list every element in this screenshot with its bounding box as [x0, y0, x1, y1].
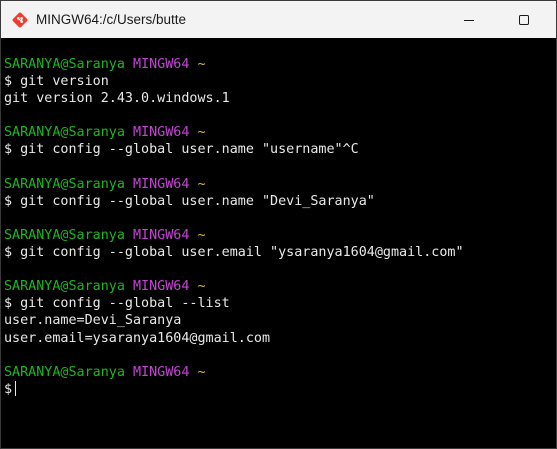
command-text: git config --global user.name "username"… [20, 142, 359, 158]
terminal-output[interactable]: SARANYA@Saranya MINGW64 ~ $ git version gi… [1, 38, 556, 448]
output-line: user.email=ysaranya1604@gmail.com [4, 330, 556, 347]
minimize-icon [464, 19, 474, 21]
command-text: git config --global user.name "Devi_Sara… [20, 193, 375, 209]
prompt-env: MINGW64 [133, 279, 190, 295]
prompt-symbol: $ [4, 296, 21, 312]
command-text: git version [20, 74, 109, 90]
prompt-dir: ~ [197, 364, 206, 380]
prompt-env: MINGW64 [133, 176, 190, 192]
minimize-button[interactable] [446, 1, 492, 38]
prompt-line: SARANYA@Saranya MINGW64 ~ [4, 176, 556, 193]
output-text: user.name=Devi_Saranya [4, 313, 182, 329]
maximize-icon [519, 14, 529, 25]
prompt-env: MINGW64 [133, 227, 190, 243]
prompt-dir: ~ [197, 176, 206, 192]
command-line: $ git config --global --list [4, 295, 556, 312]
prompt-symbol: $ [4, 142, 21, 158]
prompt-line: SARANYA@Saranya MINGW64 ~ [4, 364, 556, 381]
text-cursor [15, 380, 17, 396]
prompt-line: SARANYA@Saranya MINGW64 ~ [4, 227, 556, 244]
prompt-user-host: SARANYA@Saranya [4, 125, 125, 141]
maximize-button[interactable] [492, 1, 556, 38]
prompt-user-host: SARANYA@Saranya [4, 227, 125, 243]
prompt-line: SARANYA@Saranya MINGW64 ~ [4, 124, 556, 141]
window-controls [446, 1, 556, 38]
command-text: git config --global user.email "ysaranya… [20, 245, 464, 261]
prompt-user-host: SARANYA@Saranya [4, 279, 125, 295]
command-line: $ git config --global user.email "ysaran… [4, 244, 556, 261]
command-line: $ git config --global user.name "Devi_Sa… [4, 193, 556, 210]
prompt-user-host: SARANYA@Saranya [4, 364, 125, 380]
prompt-symbol: $ [4, 193, 21, 209]
prompt-dir: ~ [197, 227, 206, 243]
prompt-env: MINGW64 [133, 57, 190, 72]
prompt-env: MINGW64 [133, 364, 190, 380]
command-line: $ git version [4, 73, 556, 90]
output-line: git version 2.43.0.windows.1 [4, 90, 556, 107]
terminal-window: MINGW64:/c/Users/butte SARANYA@Saranya M… [0, 0, 557, 449]
prompt-line: SARANYA@Saranya MINGW64 ~ [4, 278, 556, 295]
command-text: git config --global --list [20, 296, 230, 312]
prompt-dir: ~ [197, 57, 206, 72]
window-title: MINGW64:/c/Users/butte [36, 12, 187, 27]
prompt-symbol: $ [4, 245, 21, 261]
command-line: $ git config --global user.name "usernam… [4, 141, 556, 158]
output-text: user.email=ysaranya1604@gmail.com [4, 330, 271, 346]
output-line: user.name=Devi_Saranya [4, 312, 556, 329]
prompt-line: SARANYA@Saranya MINGW64 ~ [4, 56, 556, 73]
prompt-symbol: $ [4, 74, 21, 90]
output-text: git version 2.43.0.windows.1 [4, 91, 230, 107]
prompt-dir: ~ [197, 125, 206, 141]
title-bar[interactable]: MINGW64:/c/Users/butte [1, 1, 556, 38]
input-line[interactable]: $ [4, 380, 556, 398]
prompt-dir: ~ [197, 279, 206, 295]
prompt-env: MINGW64 [133, 125, 190, 141]
git-bash-icon [12, 12, 28, 28]
prompt-user-host: SARANYA@Saranya [4, 57, 125, 72]
prompt-symbol: $ [4, 381, 13, 397]
prompt-user-host: SARANYA@Saranya [4, 176, 125, 192]
